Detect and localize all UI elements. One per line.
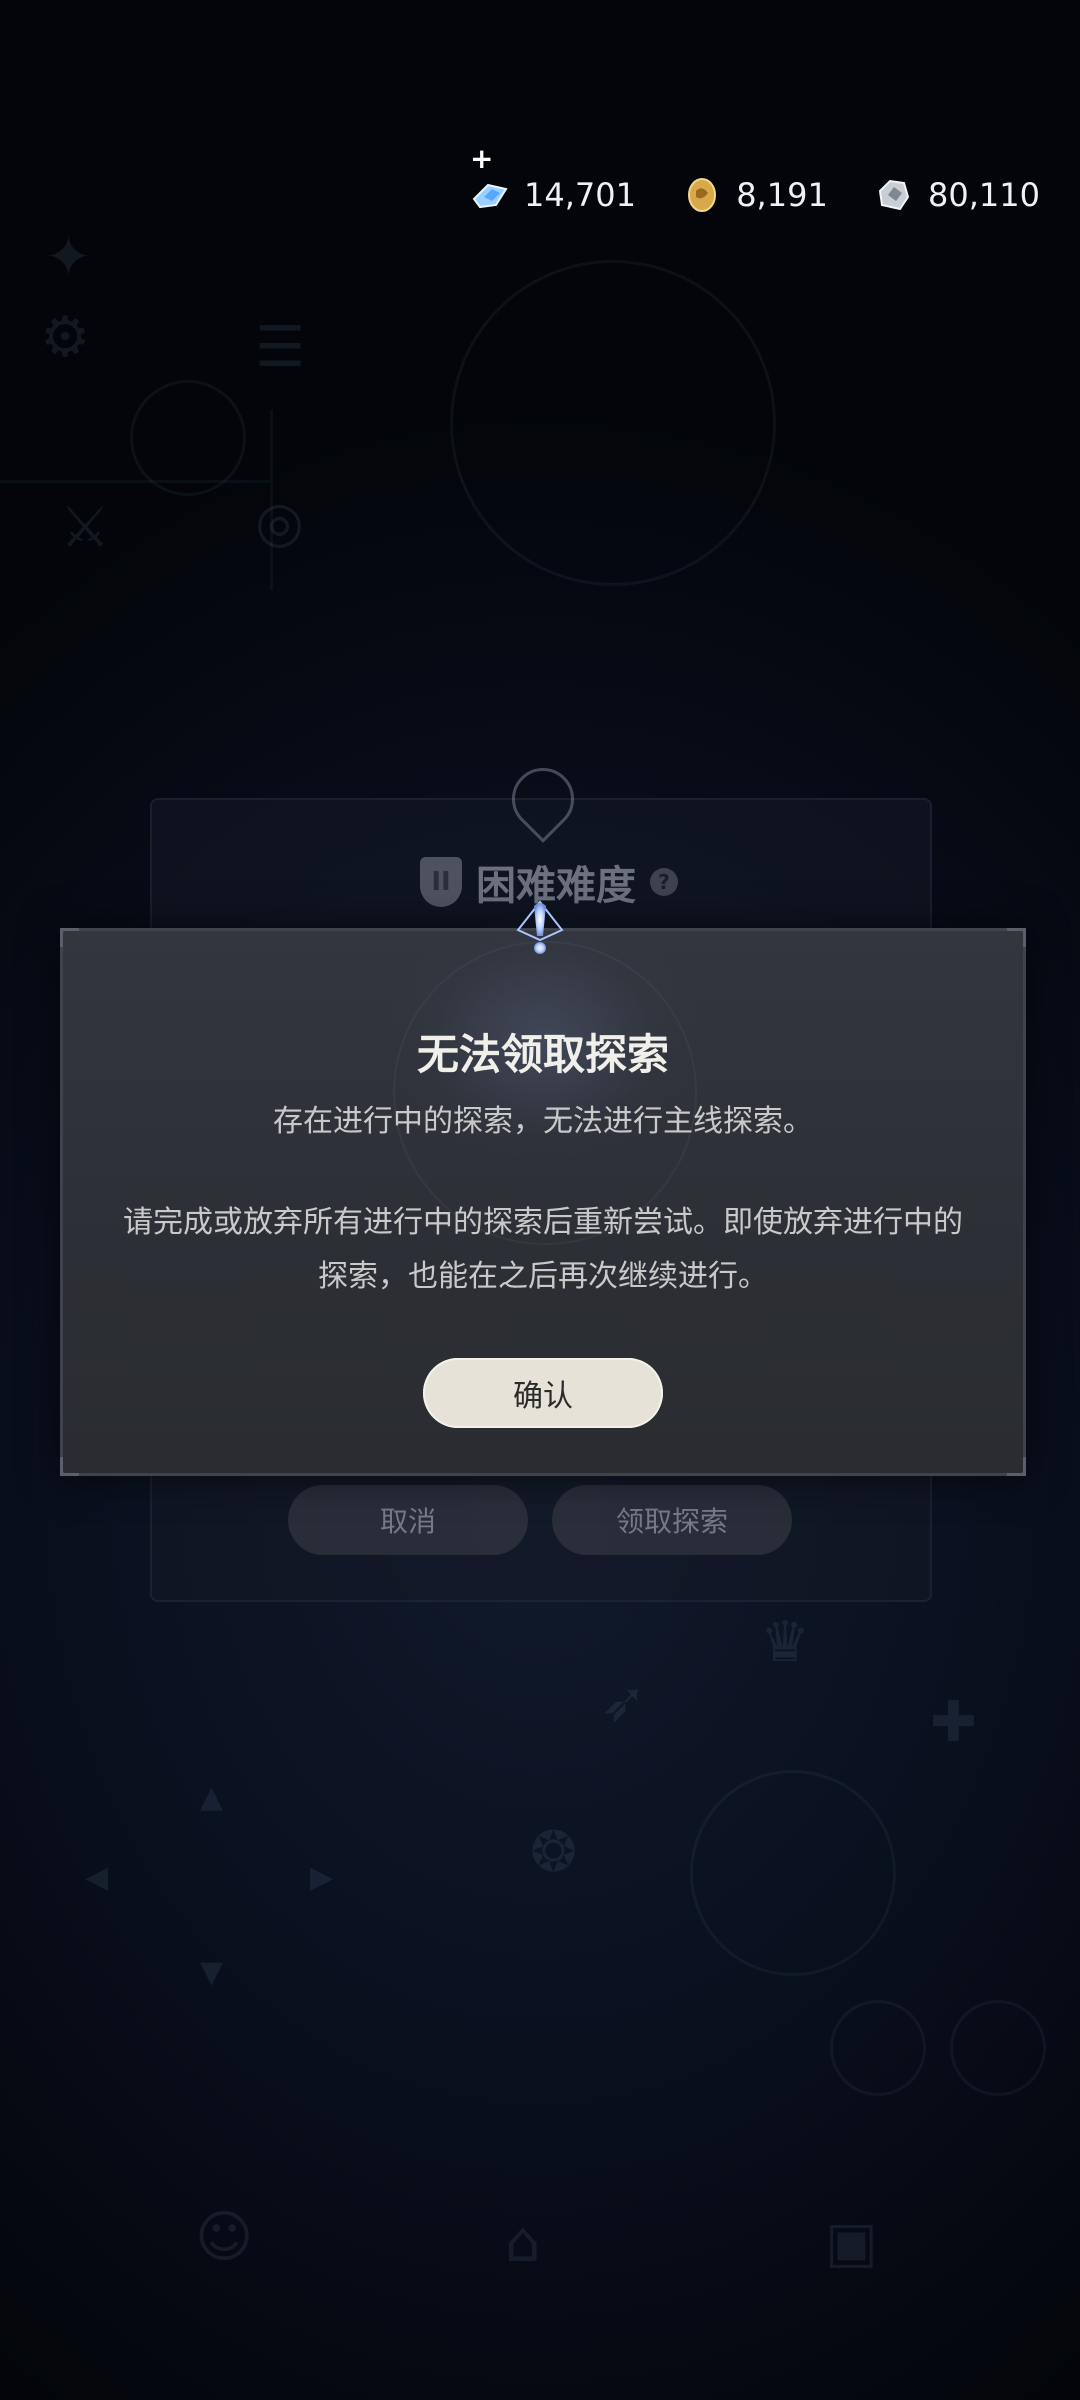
difficulty-badge-icon: II <box>420 857 462 907</box>
dialog-corner <box>60 928 79 947</box>
background-home-icon: ⌂ <box>505 2210 541 2275</box>
currency-gold-value: 8,191 <box>736 176 828 214</box>
dialog-message-line1: 存在进行中的探索，无法进行主线探索。 <box>273 1104 813 1139</box>
screen: ✦ ⚙ ☰ ⚔ ◎ ♛ ➶ ✚ ❂ ▲ ◀ ▶ ▼ ☺ ⌂ ▣ + 14,701… <box>0 0 1080 2400</box>
background-divider <box>0 480 270 483</box>
background-target-icon: ◎ <box>255 490 304 555</box>
cancel-button[interactable]: 取消 <box>288 1485 528 1555</box>
dialog-corner <box>1007 1457 1026 1476</box>
blue-crystal-icon <box>472 183 508 209</box>
background-round-button <box>830 2000 926 2096</box>
background-gallery-icon: ▣ <box>825 2210 878 2275</box>
silver-ore-icon <box>878 179 910 211</box>
dialog-corner <box>1007 928 1026 947</box>
background-arrow-up-icon: ▲ <box>200 1780 224 1815</box>
background-cross-icon: ✚ <box>930 1690 977 1755</box>
background-gear-icon: ⚙ <box>40 305 91 370</box>
currency-crystal-value: 14,701 <box>524 176 636 214</box>
confirm-button[interactable]: 确认 <box>423 1358 663 1428</box>
background-ring <box>130 380 246 496</box>
claim-exploration-button[interactable]: 领取探索 <box>552 1485 792 1555</box>
currency-bar: 14,701 8,191 80,110 <box>470 165 1040 225</box>
background-compass-icon: ❂ <box>530 1820 577 1885</box>
help-icon[interactable]: ? <box>650 868 678 896</box>
background-round-button <box>950 2000 1046 2096</box>
background-divider <box>270 410 273 590</box>
currency-crystal[interactable]: 14,701 <box>470 175 636 215</box>
background-sword-icon: ⚔ <box>60 495 111 560</box>
error-dialog: 无法领取探索 存在进行中的探索，无法进行主线探索。 请完成或放弃所有进行中的探索… <box>60 911 1026 1476</box>
background-star-icon: ✦ <box>45 225 92 290</box>
background-arrow-left-icon: ◀ <box>85 1860 109 1895</box>
currency-silver-value: 80,110 <box>928 176 1040 214</box>
background-bird-icon: ➶ <box>600 1670 647 1735</box>
background-face-icon: ☺ <box>195 2205 254 2270</box>
alert-exclamation-icon <box>516 900 564 954</box>
background-crown-icon: ♛ <box>760 1610 811 1675</box>
gold-coin-icon <box>688 178 717 212</box>
currency-silver[interactable]: 80,110 <box>874 175 1040 215</box>
dialog-title: 无法领取探索 <box>416 1030 669 1079</box>
dialog-message-line2: 请完成或放弃所有进行中的探索后重新尝试。即使放弃进行中的探索，也能在之后再次继续… <box>123 1205 963 1294</box>
background-arrow-down-icon: ▼ <box>200 1955 224 1990</box>
currency-gold[interactable]: 8,191 <box>682 175 828 215</box>
dialog-corner <box>60 1457 79 1476</box>
background-arrow-right-icon: ▶ <box>310 1860 334 1895</box>
background-map-ring <box>450 260 776 586</box>
background-arc <box>690 1770 896 1976</box>
background-book-icon: ☰ <box>255 315 306 380</box>
